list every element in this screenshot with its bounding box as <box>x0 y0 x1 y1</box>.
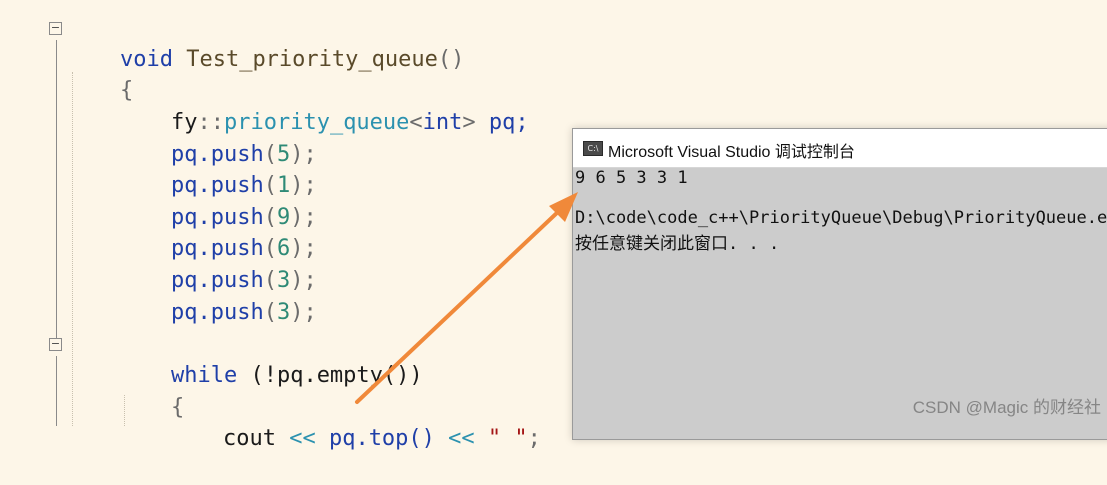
code-line-declaration: fy::priority_queue<int> pq; <box>118 76 529 135</box>
function-parens: () <box>437 47 465 72</box>
code-line-function-signature: void Test_priority_queue() <box>67 13 464 72</box>
push-call: pq.push <box>170 300 264 325</box>
fold-collapse-icon[interactable]: − <box>49 338 62 351</box>
paren-close: ); <box>290 300 317 325</box>
push-arg: 3 <box>276 300 291 325</box>
code-line-push: pq.push(5); <box>118 108 317 167</box>
string-literal: " " <box>487 426 528 451</box>
console-output-values: 9 6 5 3 3 1 <box>575 168 688 188</box>
template-open: < <box>409 110 423 135</box>
watermark-text: CSDN @Magic 的财经社 <box>912 398 1101 417</box>
console-exe-path: D:\code\code_c++\PriorityQueue\Debug\Pri… <box>575 208 1107 228</box>
code-line-push: pq.push(3); <box>118 266 317 325</box>
code-line-cout: cout << pq.top() << " "; <box>170 392 541 451</box>
function-name: Test_priority_queue <box>172 47 438 72</box>
code-line-push: pq.push(9); <box>118 171 317 230</box>
stream-operator: << <box>275 426 329 451</box>
fold-collapse-icon[interactable]: − <box>49 22 62 35</box>
code-line-open-brace: { <box>67 44 133 103</box>
code-line-while: while (!pq.empty()) <box>118 329 423 388</box>
while-condition: (!pq.empty()) <box>237 363 423 388</box>
paren-open: ( <box>263 300 277 325</box>
top-call: pq.top() <box>328 426 435 451</box>
code-line-push: pq.push(1); <box>118 139 317 198</box>
code-line-push: pq.push(3); <box>118 234 317 293</box>
semicolon: ; <box>527 426 541 451</box>
stream-operator: << <box>434 426 488 451</box>
code-line-push: pq.push(6); <box>118 202 317 261</box>
fold-guide-while <box>56 356 57 426</box>
fold-guide-function <box>56 40 57 340</box>
console-titlebar[interactable]: C:\ Microsoft Visual Studio 调试控制台 <box>573 129 1107 168</box>
template-arg: int <box>422 110 463 135</box>
console-exit-prompt: 按任意键关闭此窗口. . . <box>575 234 780 254</box>
variable-pq: pq; <box>475 110 529 135</box>
code-line-inner-brace: { <box>118 361 184 420</box>
console-title: Microsoft Visual Studio 调试控制台 <box>608 144 855 161</box>
cout: cout <box>222 426 276 451</box>
template-close: > <box>462 110 476 135</box>
console-app-icon: C:\ <box>583 141 603 156</box>
